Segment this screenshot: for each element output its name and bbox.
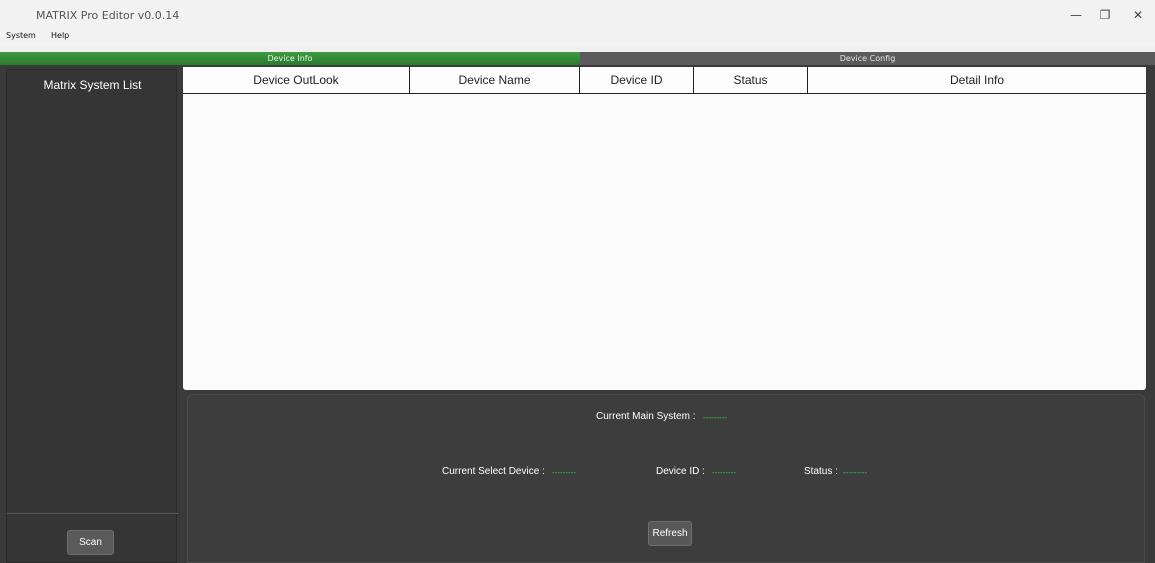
column-device-name[interactable]: Device Name: [410, 67, 580, 94]
column-device-id[interactable]: Device ID: [580, 67, 694, 94]
status-value: ---------: [843, 468, 867, 477]
table-header: Device OutLook Device Name Device ID Sta…: [183, 67, 1146, 94]
tab-device-config[interactable]: Device Config: [580, 52, 1155, 65]
current-main-system-value: ---------: [703, 413, 727, 422]
close-icon[interactable]: ✕: [1128, 6, 1148, 24]
menu-bar: System Help: [0, 28, 1155, 46]
tab-device-info[interactable]: Device Info: [0, 52, 580, 65]
column-status[interactable]: Status: [694, 67, 808, 94]
column-detail-info[interactable]: Detail Info: [808, 67, 1146, 94]
status-label: Status :: [804, 466, 838, 477]
refresh-button[interactable]: Refresh: [648, 521, 692, 546]
scan-button[interactable]: Scan: [67, 530, 114, 555]
current-select-device-label: Current Select Device :: [442, 466, 545, 477]
sidebar-divider: [7, 513, 178, 514]
title-bar: MATRIX Pro Editor v0.0.14 — ❐ ✕: [0, 0, 1155, 28]
minimize-icon[interactable]: —: [1066, 6, 1086, 24]
menu-system[interactable]: System: [6, 31, 36, 40]
menu-help[interactable]: Help: [51, 31, 69, 40]
current-select-device-value: ---------: [552, 468, 576, 477]
device-table[interactable]: Device OutLook Device Name Device ID Sta…: [183, 67, 1146, 390]
sidebar-title: Matrix System List: [43, 78, 142, 92]
matrix-system-list-panel: Matrix System List Scan: [6, 69, 178, 563]
device-id-value: ---------: [712, 468, 736, 477]
current-main-system-label: Current Main System :: [596, 411, 696, 422]
window-title: MATRIX Pro Editor v0.0.14: [36, 9, 180, 22]
column-device-outlook[interactable]: Device OutLook: [183, 67, 410, 94]
restore-icon[interactable]: ❐: [1095, 6, 1115, 24]
device-id-label: Device ID :: [656, 466, 705, 477]
device-status-panel: Current Main System : --------- Current …: [187, 394, 1145, 563]
app-window: MATRIX Pro Editor v0.0.14 — ❐ ✕ System H…: [0, 0, 1155, 563]
